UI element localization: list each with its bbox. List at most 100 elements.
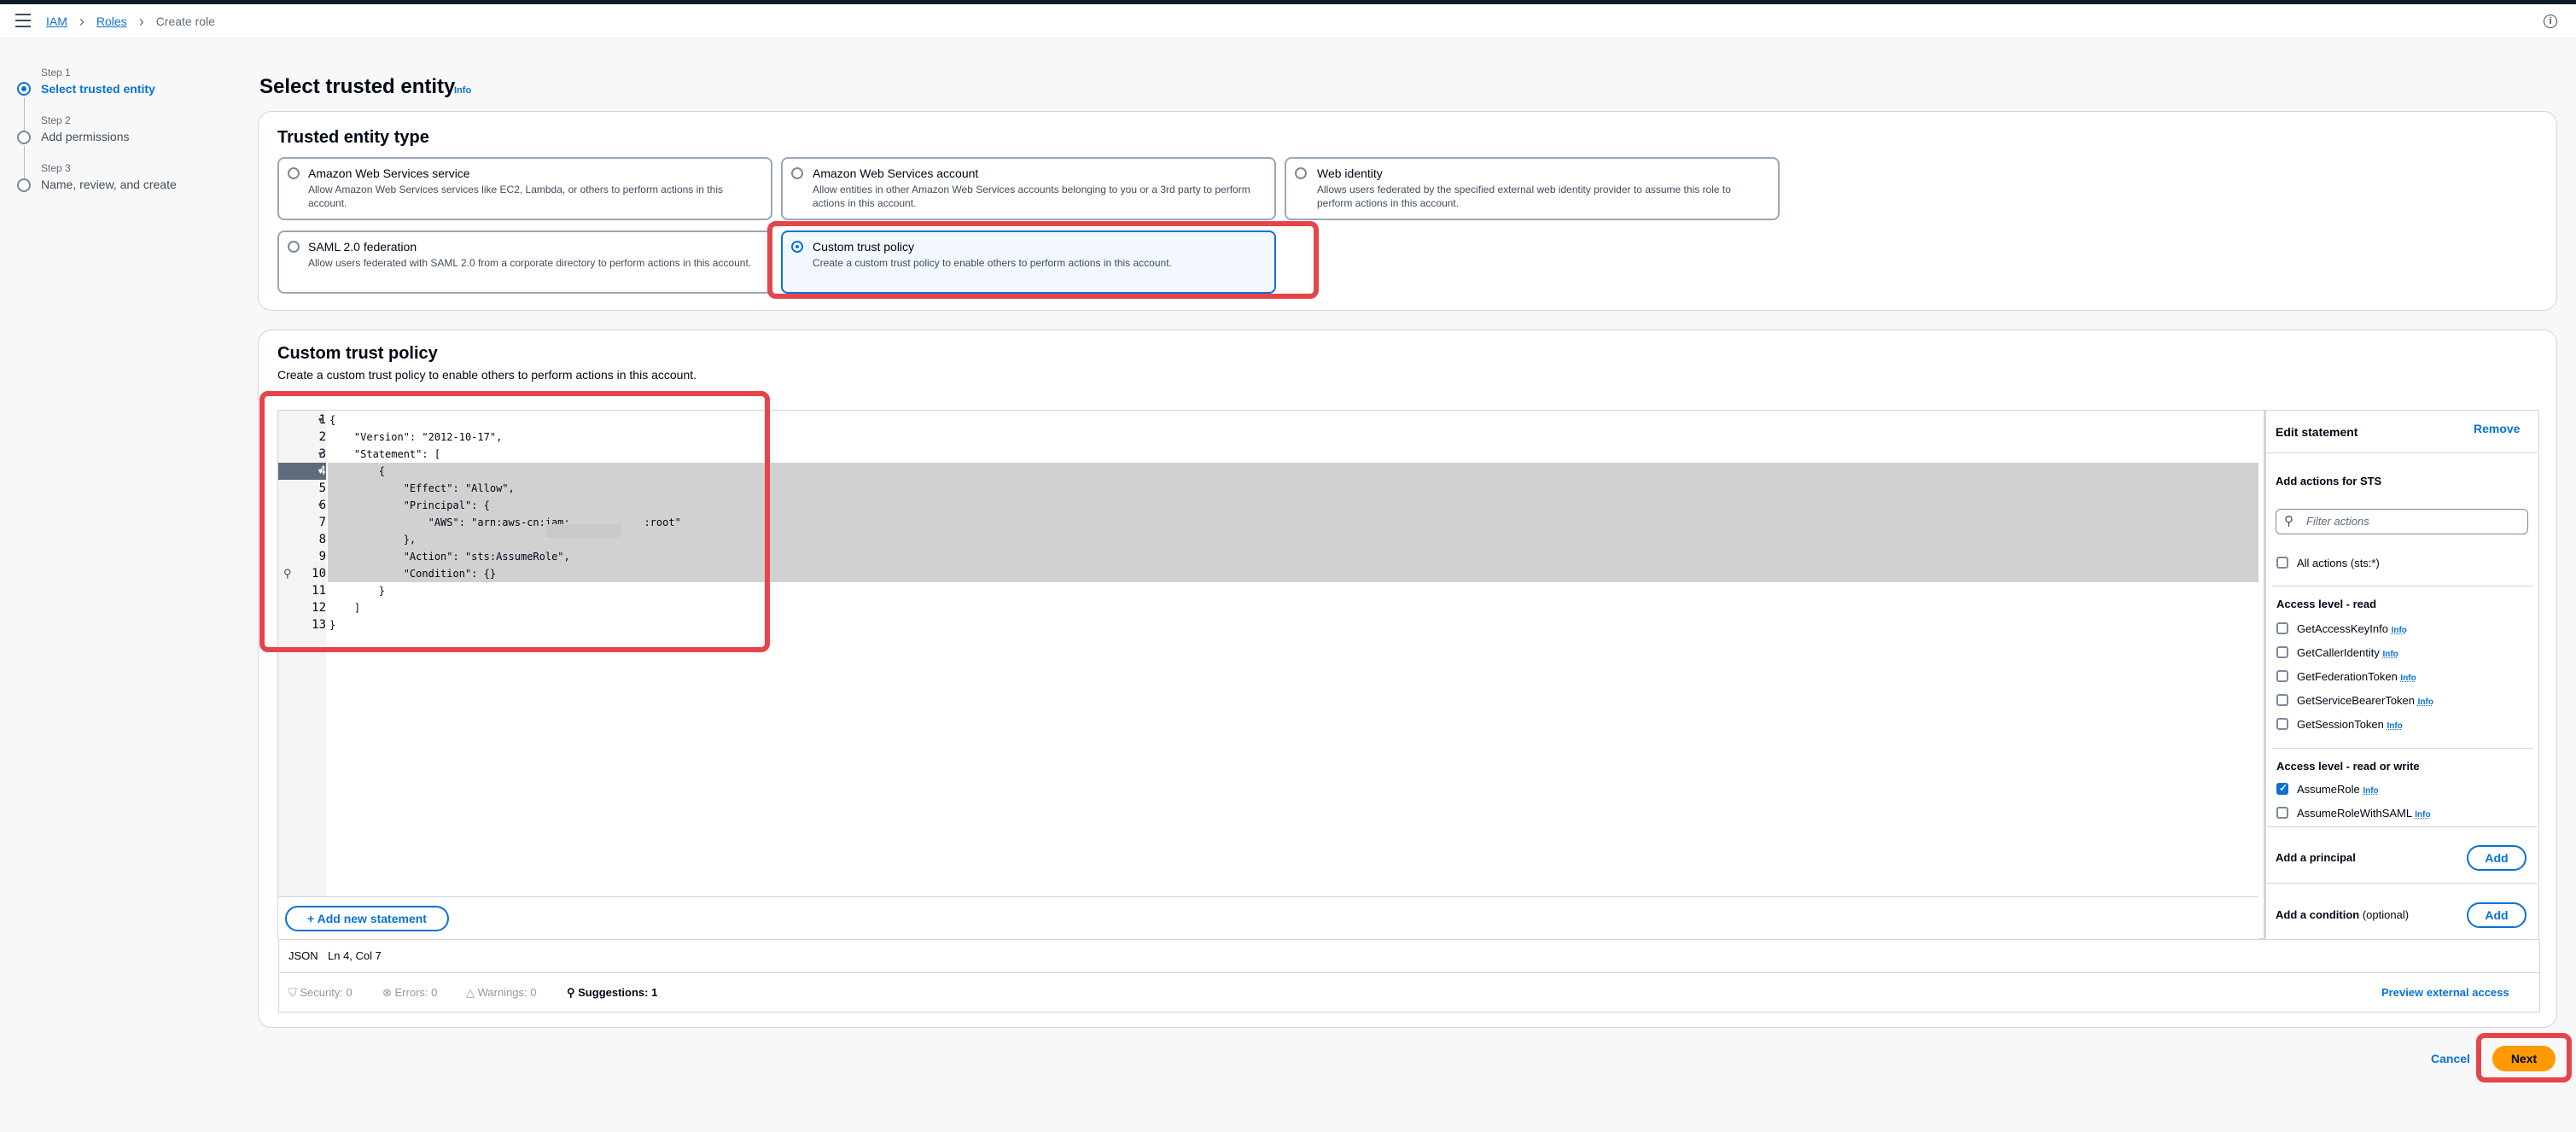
action-name: GetFederationToken [2297,670,2398,683]
add-statement-button[interactable]: + Add new statement [285,906,449,931]
action-name: GetServiceBearerToken [2297,694,2416,707]
radio-web-identity[interactable] [1295,167,1307,179]
checkbox-getaccesskeyinfo[interactable] [2276,622,2288,634]
tile-web-identity-title: Web identity [1317,166,1383,180]
add-principal-button[interactable]: Add [2467,845,2526,871]
step-connector [24,146,25,180]
label-getfederationtoken: GetFederationToken Info [2297,670,2416,683]
cancel-button[interactable]: Cancel [2431,1052,2470,1065]
checkbox-getsessiontoken[interactable] [2276,718,2288,730]
status-format: JSON [288,949,318,962]
info-link[interactable]: Info [2415,810,2430,820]
label-assumerolewithsaml: AssumeRoleWithSAML Info [2297,807,2431,820]
access-read-header: Access level - read [2276,598,2377,610]
step-3-title: Name, review, and create [41,178,177,191]
action-name: GetSessionToken [2297,718,2384,731]
radio-saml[interactable] [288,241,300,253]
checkbox-getfederationtoken[interactable] [2276,670,2288,682]
lightbulb-icon: ⚲ [567,986,579,999]
editor-highlight-box [259,391,770,652]
add-actions-title: Add actions for STS [2276,475,2382,487]
step-3-label: Step 3 [41,162,71,174]
info-icon[interactable]: i [2544,15,2557,28]
all-actions-label: All actions (sts:*) [2297,557,2380,569]
breadcrumb-current: Create role [155,15,215,28]
info-link[interactable]: Info [2382,650,2398,659]
info-link[interactable]: Info [2387,721,2403,731]
security-count[interactable]: ⛉ Security: 0 [288,986,353,1000]
info-link[interactable]: Info [2363,786,2378,796]
add-principal-label: Add a principal [2276,851,2356,864]
step-1-indicator [17,82,31,96]
radio-aws-account[interactable] [791,167,803,179]
step-connector [24,97,25,131]
custom-policy-desc: Create a custom trust policy to enable o… [277,368,697,382]
action-name: AssumeRoleWithSAML [2297,807,2412,820]
step-3-indicator [17,178,31,192]
suggestions-label: Suggestions: 1 [578,986,658,999]
errors-label: Errors: 0 [394,986,438,999]
remove-button[interactable]: Remove [2474,422,2520,435]
error-icon: ⊗ [382,986,395,999]
checkbox-getcalleridentity[interactable] [2276,646,2288,658]
checkbox-assumerolewithsaml[interactable] [2276,807,2288,819]
highlight-box [767,221,1319,299]
tile-aws-service-desc: Allow Amazon Web Services services like … [308,184,723,209]
tile-saml-desc: Allow users federated with SAML 2.0 from… [308,257,752,269]
menu-icon[interactable] [15,14,31,27]
label-getcalleridentity: GetCallerIdentity Info [2297,646,2398,659]
action-name: GetAccessKeyInfo [2297,622,2388,635]
page-title: Select trusted entity [259,75,456,98]
info-link[interactable]: Info [2418,697,2433,707]
status-position: Ln 4, Col 7 [328,949,382,962]
breadcrumb-iam[interactable]: IAM [46,15,67,28]
radio-aws-service[interactable] [288,167,300,179]
access-rw-header: Access level - read or write [2276,760,2420,773]
search-icon: ⚲ [2284,514,2293,528]
preview-external-access-link[interactable]: Preview external access [2381,986,2509,999]
step-1-label: Step 1 [41,67,71,79]
page-info-link[interactable]: Info [454,85,471,96]
all-actions-checkbox[interactable] [2276,557,2288,569]
suggestions-count[interactable]: ⚲ Suggestions: 1 [567,986,657,1000]
divider [2266,883,2538,884]
editor-footer [278,896,2258,939]
step-2-label: Step 2 [41,114,71,126]
security-label: Security: 0 [300,986,353,999]
tile-aws-account-desc: Allow entities in other Amazon Web Servi… [813,184,1250,209]
step-1-title[interactable]: Select trusted entity [41,82,155,96]
filter-actions-placeholder: Filter actions [2306,515,2369,528]
tile-aws-account-title: Amazon Web Services account [813,166,979,180]
add-statement-label: Add new statement [317,912,427,925]
action-name: GetCallerIdentity [2297,646,2380,659]
breadcrumb: IAM › Roles › Create role [46,11,215,32]
header-bar [0,4,2576,38]
divider [2266,826,2538,827]
edit-statement-title: Edit statement [2276,425,2358,439]
checkbox-assumerole[interactable] [2276,782,2288,795]
errors-count[interactable]: ⊗ Errors: 0 [382,986,437,1000]
divider [2272,748,2533,749]
next-highlight-box [2476,1033,2572,1082]
chevron-right-icon: › [79,12,85,30]
chevron-right-icon: › [138,12,144,30]
action-name: AssumeRole [2297,783,2360,796]
add-condition-button[interactable]: Add [2467,902,2526,928]
status-bar [278,939,2540,973]
tile-aws-service-title: Amazon Web Services service [308,166,470,180]
info-link[interactable]: Info [2392,626,2407,635]
warnings-count[interactable]: △ Warnings: 0 [466,986,537,1000]
label-getaccesskeyinfo: GetAccessKeyInfo Info [2297,622,2407,635]
plus-icon: + [307,912,318,925]
info-link[interactable]: Info [2400,674,2416,683]
label-getservicebearertoken: GetServiceBearerToken Info [2297,694,2433,707]
tile-web-identity-desc: Allows users federated by the specified … [1317,184,1731,209]
shield-icon: ⛉ [288,986,300,999]
step-2-title: Add permissions [41,130,130,143]
optional-text: (optional) [2362,908,2410,921]
divider [2266,452,2538,453]
custom-policy-title: Custom trust policy [277,344,438,363]
breadcrumb-roles[interactable]: Roles [96,15,127,28]
add-condition-text: Add a condition [2276,908,2360,921]
checkbox-getservicebearertoken[interactable] [2276,694,2288,706]
